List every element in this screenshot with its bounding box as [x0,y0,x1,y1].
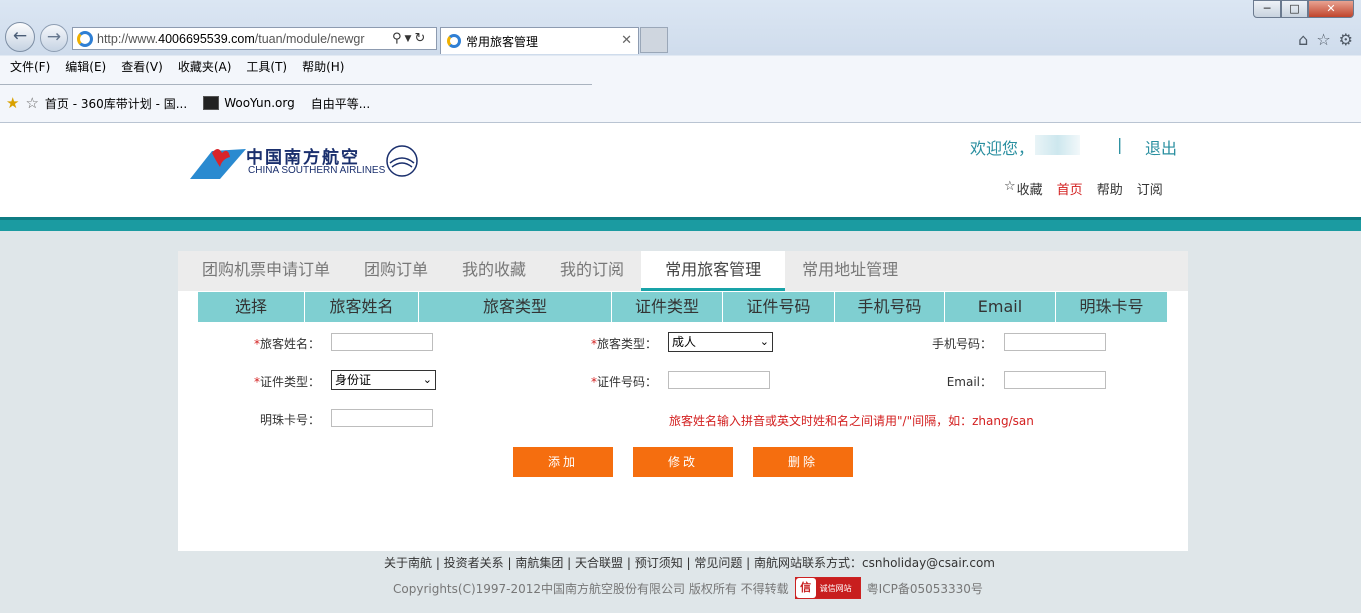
favorites-icon[interactable]: ☆ [25,94,38,112]
edit-button[interactable]: 修改 [633,447,733,477]
menu-tools[interactable]: 工具(T) [246,56,287,78]
email-input[interactable] [1004,371,1106,389]
toolbar-icons: ⌂ ☆ ⚙ [1298,30,1353,49]
col-id-number: 证件号码 [723,292,835,322]
browser-chrome: ← → http://www.4006695539.com/tuan/modul… [0,0,1361,123]
col-email: Email [945,292,1056,322]
trust-icon: 信 [795,578,816,598]
name-format-hint: 旅客姓名输入拼音或英文时姓和名之间请用"/"间隔，如：zhang/san [669,414,1034,428]
logo-english-name: CHINA SOUTHERN AIRLINES [248,165,386,176]
kapok-flower-icon [190,149,246,179]
name-label: *旅客姓名： [253,337,320,351]
tab-address-management[interactable]: 常用地址管理 [785,251,915,291]
favorite-link[interactable]: 收藏 [1017,179,1043,198]
skyteam-icon [386,145,418,177]
home-icon[interactable]: ⌂ [1298,30,1308,49]
favorite-link-wooyun[interactable]: WooYun.org [203,96,295,110]
id-number-label: *证件号码： [590,375,657,389]
menu-divider [0,84,592,85]
tab-title: 常用旅客管理 [466,34,539,49]
wooyun-icon [203,96,220,110]
col-id-type: 证件类型 [612,292,723,322]
welcome-text: 欢迎您， [970,139,1035,158]
tab-close-icon[interactable]: ✕ [621,33,632,48]
col-phone: 手机号码 [835,292,945,322]
id-type-select[interactable]: 身份证 ⌄ [331,370,436,390]
main-panel: 团购机票申请订单 团购订单 我的收藏 我的订阅 常用旅客管理 常用地址管理 选择… [178,251,1188,551]
tab-passenger-management[interactable]: 常用旅客管理 [641,251,786,291]
passenger-type-select[interactable]: 成人 ⌄ [668,332,773,352]
menu-help[interactable]: 帮助(H) [302,56,344,78]
maximize-button[interactable]: □ [1281,0,1308,18]
search-icon[interactable]: ⚲ [392,31,402,46]
card-label: 明珠卡号： [259,413,320,427]
menu-bar: 文件(F) 编辑(E) 查看(V) 收藏夹(A) 工具(T) 帮助(H) [0,56,359,78]
col-passenger-name: 旅客姓名 [305,292,419,322]
address-text[interactable]: http://www.4006695539.com/tuan/module/ne… [97,32,389,46]
favorite-link-freedom[interactable]: 自由平等... [311,95,370,112]
passenger-name-input[interactable] [331,333,433,351]
menu-favorites[interactable]: 收藏夹(A) [178,56,232,78]
id-type-label: *证件类型： [253,375,320,389]
id-number-input[interactable] [668,371,770,389]
footer-copyright-row: Copyrights(C)1997-2012中国南方航空股份有限公司 版权所有 … [393,577,983,599]
header-band [0,217,1361,231]
add-favorite-icon[interactable]: ★ [6,94,19,112]
type-label: *旅客类型： [590,337,657,351]
chevron-down-icon: ⌄ [422,373,432,386]
menu-file[interactable]: 文件(F) [10,56,50,78]
phone-input[interactable] [1004,333,1106,351]
tab-my-subscriptions[interactable]: 我的订阅 [543,251,641,291]
address-bar[interactable]: http://www.4006695539.com/tuan/module/ne… [72,27,437,50]
ie-page-icon [77,30,93,47]
close-window-button[interactable]: ✕ [1308,0,1354,18]
delete-button[interactable]: 删除 [753,447,853,477]
china-southern-logo[interactable]: 中国南方航空 CHINA SOUTHERN AIRLINES [190,141,420,189]
forward-button[interactable]: → [40,24,68,52]
gear-icon[interactable]: ⚙ [1339,30,1353,49]
tab-my-favorites[interactable]: 我的收藏 [445,251,543,291]
trust-site-badge[interactable]: 信诚信网站 [794,577,861,599]
refresh-icon[interactable]: ↻ [414,31,425,46]
tab-group-ticket-request[interactable]: 团购机票申请订单 [185,251,347,291]
favorites-bar: ★ ☆ 首页 - 360库带计划 - 国... WooYun.org 自由平等.… [6,94,380,112]
dropdown-icon[interactable]: ▼ [405,34,412,44]
favorites-star-icon[interactable]: ☆ [1316,30,1330,49]
username-redacted [1035,135,1080,155]
add-button[interactable]: 添加 [513,447,613,477]
copyright-text: Copyrights(C)1997-2012中国南方航空股份有限公司 版权所有 … [393,581,789,596]
favorite-link-home[interactable]: 首页 - 360库带计划 - 国... [45,95,187,112]
ie-tab-icon [447,34,461,48]
menu-view[interactable]: 查看(V) [121,56,163,78]
col-select: 选择 [198,292,305,322]
window-buttons: ─ □ ✕ [1253,0,1354,18]
col-card-number: 明珠卡号 [1079,297,1144,316]
subscribe-link[interactable]: 订阅 [1137,179,1163,198]
pearl-card-input[interactable] [331,409,433,427]
icp-number[interactable]: 粤ICP备05053330号 [867,580,983,597]
help-link[interactable]: 帮助 [1097,179,1123,198]
logout-link[interactable]: 退出 [1145,135,1177,159]
col-passenger-type: 旅客类型 [419,292,612,322]
back-button[interactable]: ← [5,22,35,52]
minimize-button[interactable]: ─ [1253,0,1281,18]
home-link[interactable]: 首页 [1057,179,1083,198]
browser-tab[interactable]: 常用旅客管理 ✕ [440,27,639,54]
chevron-down-icon: ⌄ [759,335,769,348]
menu-edit[interactable]: 编辑(E) [65,56,106,78]
passenger-table-header: 选择 旅客姓名 旅客类型 证件类型 证件号码 手机号码 Email 明珠卡号 [198,292,1167,322]
star-icon: ☆ [1004,179,1016,194]
tab-group-orders[interactable]: 团购订单 [347,251,445,291]
header-separator: | [1117,135,1123,154]
new-tab-button[interactable] [640,27,668,53]
tab-bar: 团购机票申请订单 团购订单 我的收藏 我的订阅 常用旅客管理 常用地址管理 [178,251,1188,291]
phone-label: 手机号码： [931,337,992,351]
footer-links[interactable]: 关于南航 | 投资者关系 | 南航集团 | 天合联盟 | 预订须知 | 常见问题… [384,554,995,571]
top-links: ☆ 收藏 首页 帮助 订阅 [1004,179,1177,198]
email-label: Email： [946,375,992,389]
site-header: 中国南方航空 CHINA SOUTHERN AIRLINES 欢迎您， | 退出… [0,123,1361,217]
